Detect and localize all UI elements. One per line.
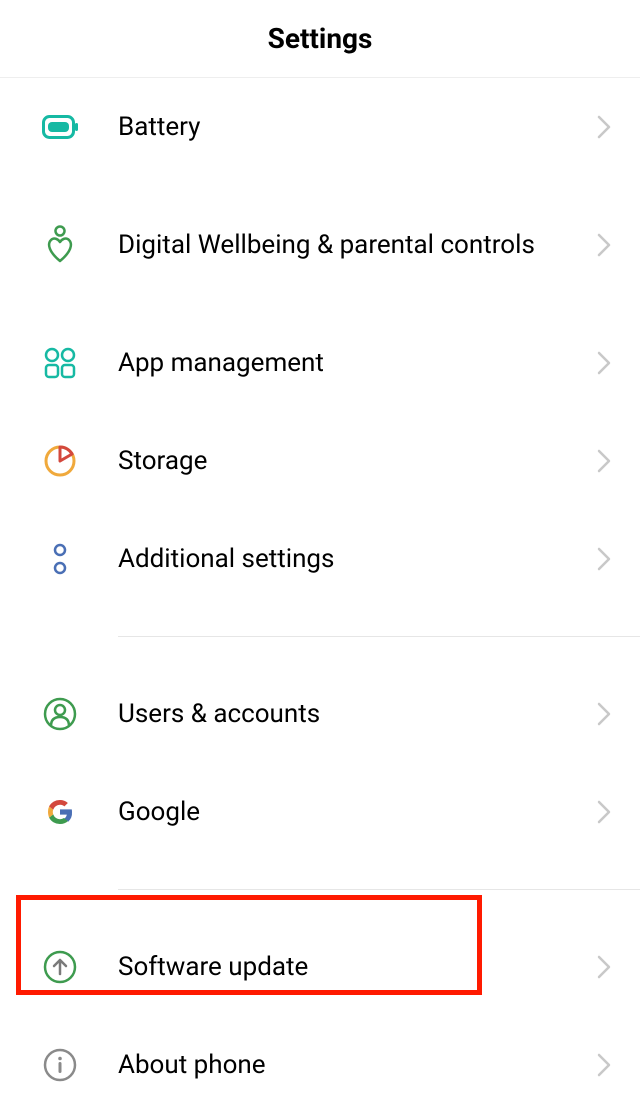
google-icon — [40, 796, 80, 828]
group-gap — [0, 637, 640, 665]
apps-icon — [40, 347, 80, 379]
settings-item-software-update[interactable]: Software update — [0, 918, 640, 1016]
settings-item-label: Digital Wellbeing & parental controls — [118, 229, 592, 262]
settings-item-label: Battery — [118, 111, 592, 144]
chevron-right-icon — [592, 800, 616, 824]
header: Settings — [0, 0, 640, 78]
page-title: Settings — [268, 22, 373, 55]
more-icon — [40, 542, 80, 576]
storage-icon — [40, 444, 80, 478]
group-gap — [0, 608, 640, 636]
chevron-right-icon — [592, 1053, 616, 1077]
chevron-right-icon — [592, 449, 616, 473]
settings-item-label: Storage — [118, 445, 592, 478]
update-icon — [40, 950, 80, 984]
chevron-right-icon — [592, 547, 616, 571]
settings-item-digital-wellbeing[interactable]: Digital Wellbeing & parental controls — [0, 176, 640, 314]
chevron-right-icon — [592, 233, 616, 257]
group-gap — [0, 890, 640, 918]
settings-item-users-accounts[interactable]: Users & accounts — [0, 665, 640, 763]
settings-item-label: Additional settings — [118, 543, 592, 576]
chevron-right-icon — [592, 702, 616, 726]
wellbeing-icon — [40, 225, 80, 265]
settings-list: Battery Digital Wellbeing & parental con… — [0, 78, 640, 1114]
info-icon — [40, 1048, 80, 1082]
settings-item-label: Users & accounts — [118, 698, 592, 731]
settings-item-app-management[interactable]: App management — [0, 314, 640, 412]
chevron-right-icon — [592, 955, 616, 979]
chevron-right-icon — [592, 115, 616, 139]
settings-item-storage[interactable]: Storage — [0, 412, 640, 510]
user-icon — [40, 697, 80, 731]
settings-item-about-phone[interactable]: About phone — [0, 1016, 640, 1114]
settings-item-label: Google — [118, 796, 592, 829]
settings-item-google[interactable]: Google — [0, 763, 640, 861]
group-gap — [0, 861, 640, 889]
settings-item-label: App management — [118, 347, 592, 380]
battery-icon — [40, 115, 80, 139]
settings-item-label: About phone — [118, 1049, 592, 1082]
settings-item-additional[interactable]: Additional settings — [0, 510, 640, 608]
chevron-right-icon — [592, 351, 616, 375]
settings-item-label: Software update — [118, 951, 592, 984]
settings-item-battery[interactable]: Battery — [0, 78, 640, 176]
